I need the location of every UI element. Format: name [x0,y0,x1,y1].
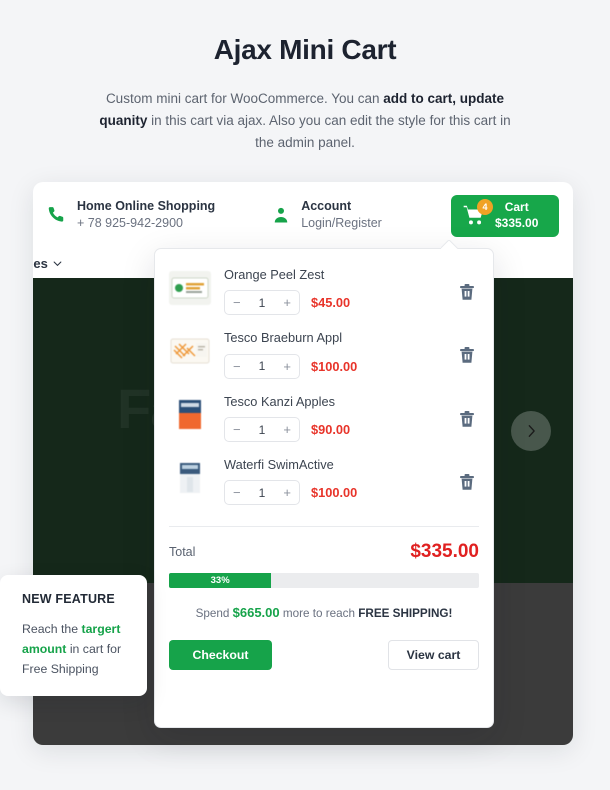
description-part-2: in this cart via ajax. Also you can edit… [147,113,511,150]
decrease-quantity-button[interactable]: − [233,296,241,309]
cart-total-amount: $335.00 [495,216,539,230]
cart-item-row: Tesco Braeburn Appl − 1 + $100.00 [169,328,479,391]
quantity-row: − 1 + $90.00 [224,417,351,443]
nav-item-vegetables[interactable]: etables [33,256,62,271]
product-price: $100.00 [311,358,358,374]
phone-number: + 78 925-942-2900 [77,216,183,230]
login-register-link[interactable]: Login/Register [301,215,382,232]
progress-bar-label: 33% [210,575,230,587]
increase-quantity-button[interactable]: + [283,486,291,499]
trash-icon[interactable] [459,283,475,301]
cart-item-count-badge: 4 [477,199,493,215]
intro-section: Ajax Mini Cart Custom mini cart for WooC… [0,0,610,154]
nav-item-label: etables [33,255,48,271]
product-thumbnail [169,397,211,432]
product-price: $100.00 [311,485,358,501]
user-icon [271,205,291,225]
cart-total-row: Total $335.00 [155,527,493,573]
increase-quantity-button[interactable]: + [283,423,291,436]
decrease-quantity-button[interactable]: − [233,486,241,499]
mini-cart-dropdown: Orange Peel Zest − 1 + $45.00 Tesco Brae… [154,248,494,728]
feature-title: NEW FEATURE [22,592,115,606]
page-title: Ajax Mini Cart [213,34,397,65]
cart-item-row: Tesco Kanzi Apples − 1 + $90.00 [169,392,479,455]
account-block[interactable]: Account Login/Register [271,198,382,232]
trash-icon[interactable] [459,410,475,428]
free-shipping-note: Spend $665.00 more to reach FREE SHIPPIN… [155,588,493,620]
quantity-row: − 1 + $100.00 [224,353,358,379]
product-name: Waterfi SwimActive [224,457,334,473]
feature-body: Reach the targert amount in cart for Fre… [22,619,131,679]
account-label: Account [301,199,352,214]
cart-action-buttons: Checkout View cart [155,620,493,671]
quantity-stepper[interactable]: − 1 + [224,290,300,316]
quantity-value[interactable]: 1 [259,423,266,437]
quantity-row: − 1 + $100.00 [224,480,358,506]
progress-bar-fill: 33% [169,573,272,589]
decrease-quantity-button[interactable]: − [233,360,241,373]
increase-quantity-button[interactable]: + [283,296,291,309]
product-thumbnail [169,271,211,305]
shop-topbar: Home Online Shopping + 78 925-942-2900 A… [33,182,573,248]
description-part-1: Custom mini cart for WooCommerce. You ca… [105,91,384,106]
chevron-down-icon [53,260,62,266]
carousel-next-button[interactable] [511,410,551,451]
page-root: Ajax Mini Cart Custom mini cart for WooC… [0,0,610,790]
shipping-middle: more to reach [279,607,359,621]
increase-quantity-button[interactable]: + [283,360,291,373]
product-price: $45.00 [311,295,351,311]
chevron-right-icon [528,424,535,437]
new-feature-callout: NEW FEATURE Reach the targert amount in … [0,575,147,696]
dropdown-caret [441,240,458,249]
trash-icon[interactable] [459,473,475,491]
view-cart-button[interactable]: View cart [388,640,479,671]
shopping-cart-icon: 4 [460,199,493,229]
quantity-stepper[interactable]: − 1 + [224,353,300,379]
shipping-remaining-amount: $665.00 [232,605,280,621]
product-name: Tesco Braeburn Appl [224,330,343,346]
quantity-row: − 1 + $45.00 [224,290,351,316]
quantity-stepper[interactable]: − 1 + [224,417,300,443]
product-thumbnail [169,461,211,496]
product-thumbnail [169,334,211,369]
product-name: Orange Peel Zest [224,267,325,282]
total-value: $335.00 [410,541,479,563]
phone-icon [47,205,67,225]
checkout-button[interactable]: Checkout [169,640,272,671]
shop-name: Home Online Shopping [77,199,216,214]
product-price: $90.00 [311,422,351,438]
free-shipping-progress-bar: 33% [169,573,479,589]
quantity-value[interactable]: 1 [259,359,266,373]
cart-label: Cart [504,200,529,215]
trash-icon[interactable] [459,346,475,364]
page-description: Custom mini cart for WooCommerce. You ca… [90,88,520,154]
cart-item-row: Orange Peel Zest − 1 + $45.00 [169,265,479,328]
cart-button[interactable]: 4 Cart $335.00 [451,195,559,237]
feature-body-part-1: Reach the [22,622,82,636]
cart-item-row: Waterfi SwimActive − 1 + $100.00 [169,455,479,518]
cart-items-list: Orange Peel Zest − 1 + $45.00 Tesco Brae… [155,249,493,524]
quantity-value[interactable]: 1 [259,486,266,500]
free-shipping-label: FREE SHIPPING! [358,607,453,621]
total-label: Total [169,545,196,560]
product-name: Tesco Kanzi Apples [224,393,335,409]
shipping-prefix: Spend [195,607,233,621]
quantity-value[interactable]: 1 [259,296,266,310]
contact-block[interactable]: Home Online Shopping + 78 925-942-2900 [47,198,215,232]
quantity-stepper[interactable]: − 1 + [224,480,300,506]
decrease-quantity-button[interactable]: − [233,423,241,436]
